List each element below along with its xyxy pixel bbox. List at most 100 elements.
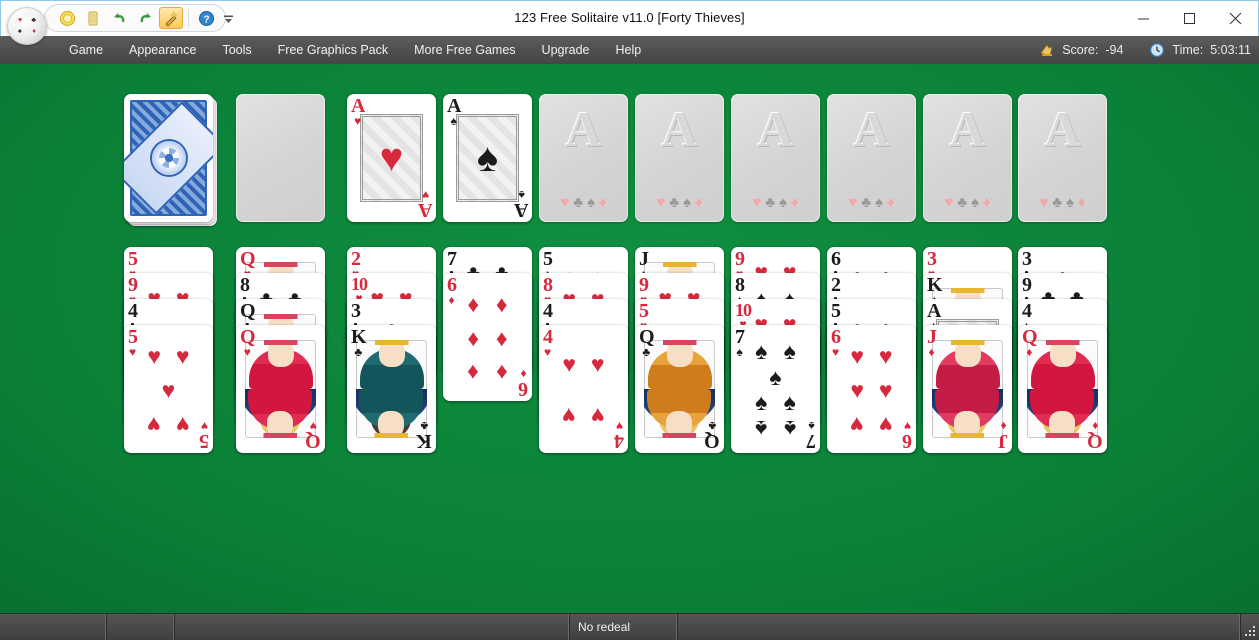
foundation-card-1[interactable]: ♥ A ♥ A ♥ — [347, 94, 436, 222]
clock-icon — [1150, 42, 1165, 58]
card-pips: ♥ ♥ ♥ ♥ — [562, 351, 605, 430]
ace-ornament: ♠ — [456, 114, 519, 202]
undo-icon[interactable] — [107, 7, 131, 29]
tableau-card-c1-r4[interactable]: ♥ ♥ ♥ ♥ ♥ 5 ♥ 5 ♥ — [124, 325, 213, 453]
card-index-br: A ♥ — [418, 188, 432, 221]
tableau-card-c9-r4[interactable]: J ♦ J ♦ — [923, 325, 1012, 453]
help-icon[interactable]: ? — [194, 7, 218, 29]
face-crown — [263, 262, 298, 267]
menu-item-tools[interactable]: Tools — [209, 38, 264, 62]
face-crown — [663, 433, 697, 438]
card-index-tl: Q ♦ — [1022, 326, 1038, 359]
foundation-placeholder-suits: ♥ ♣ ♠ ♦ — [752, 194, 799, 211]
time-value: 5:03:11 — [1210, 43, 1251, 57]
menu-item-game[interactable]: Game — [56, 38, 116, 62]
menu-item-upgrade[interactable]: Upgrade — [529, 38, 603, 62]
card-index-tl: 5♥ — [128, 326, 138, 359]
foundation-placeholder-rank: A — [757, 101, 794, 157]
new-game-icon[interactable] — [55, 7, 79, 29]
card-index-tl: 4 ♥ — [543, 326, 553, 359]
foundation-slot-7[interactable]: A ♥ ♣ ♠ ♦ — [923, 94, 1012, 222]
tableau-card-c7-r4[interactable]: ♠ ♠ ♠ ♠ ♠ ♠ ♠ 7 ♠ 7 ♠ — [731, 325, 820, 453]
tableau-card-c2-r4[interactable]: Q ♥ Q ♥ — [236, 325, 325, 453]
face-crown — [374, 340, 409, 345]
card-pips: ♦ ♦ ♦ ♦ ♦ ♦ — [467, 290, 508, 386]
foundation-slot-5[interactable]: A ♥ ♣ ♠ ♦ — [731, 94, 820, 222]
menu-item-help[interactable]: Help — [603, 38, 655, 62]
card-index-br: 5♥ — [200, 419, 209, 452]
menu-item-more-free-games[interactable]: More Free Games — [401, 38, 528, 62]
card-index-tl: A♠ — [447, 95, 461, 128]
face-crown — [662, 340, 697, 345]
card-pips: ♥♥♥♥♥ — [147, 342, 190, 438]
foundation-slot-4[interactable]: A ♥ ♣ ♠ ♦ — [635, 94, 724, 222]
menu-bar: Game Appearance Tools Free Graphics Pack… — [0, 36, 1259, 64]
tableau-card-c3-r4[interactable]: K ♣ K ♣ — [347, 325, 436, 453]
face-card-art — [932, 340, 1003, 438]
minimize-button[interactable] — [1120, 1, 1166, 36]
face-crown — [1045, 340, 1080, 345]
tableau-card-c10-r4[interactable]: Q ♦ Q ♦ — [1018, 325, 1107, 453]
card-index-tl: Q♥ — [240, 326, 256, 359]
card-pips: ♠ ♠ ♠ ♠ ♠ ♠ ♠ — [755, 338, 796, 442]
card-index-br: 7 ♠ — [807, 419, 816, 452]
card-index-tl: Q♣ — [639, 326, 655, 359]
foundation-placeholder-rank: A — [853, 101, 890, 157]
foundation-placeholder-suits: ♥ ♣ ♠ ♦ — [560, 194, 607, 211]
time-label: Time: — [1172, 43, 1204, 57]
face-crown — [662, 262, 697, 267]
tableau-card-c6-r4[interactable]: Q ♣ Q ♣ — [635, 325, 724, 453]
foundation-placeholder-rank: A — [661, 101, 698, 157]
foundation-slot-6[interactable]: A ♥ ♣ ♠ ♦ — [827, 94, 916, 222]
game-board: ♥ A ♥ A ♥ ♠ A ♠ A ♠ A ♥ ♣ ♠ ♦ A ♥ ♣ ♠ ♦ A ♥ ♣ ♠ ♦ A ♥ ♣ ♠ ♦ A ♥ ♣ ♠ ♦ A ♥ ♣ ♠ ♦… — [0, 64, 1259, 613]
card-index-br: 6 ♥ — [903, 419, 912, 452]
card-index-br: K ♣ — [417, 419, 432, 452]
maximize-button[interactable] — [1166, 1, 1212, 36]
tableau-card-c4-r2[interactable]: ♦ ♦ ♦ ♦ ♦ ♦ 6 ♦ 6 ♦ — [443, 273, 532, 401]
card-index-br: 4 ♥ — [615, 419, 624, 452]
card-index-br: 6 ♦ — [519, 367, 528, 400]
status-bar: No redeal — [0, 613, 1259, 640]
menu-item-free-graphics-pack[interactable]: Free Graphics Pack — [265, 38, 401, 62]
foundation-placeholder-suits: ♥ ♣ ♠ ♦ — [656, 194, 703, 211]
waste-pile[interactable] — [236, 94, 325, 222]
card-index-br: Q♥ — [306, 419, 321, 452]
card-back-pattern — [124, 98, 213, 218]
score-label: Score: — [1062, 43, 1099, 57]
stock-pile[interactable] — [124, 94, 213, 222]
card-index-tl: J ♦ — [927, 326, 937, 359]
tableau-card-c5-r4[interactable]: ♥ ♥ ♥ ♥ 4 ♥ 4 ♥ — [539, 325, 628, 453]
redo-icon[interactable] — [133, 7, 157, 29]
deal-cards-icon[interactable] — [81, 7, 105, 29]
card-pips: ♥ ♥ ♥ ♥ ♥ ♥ — [850, 342, 893, 438]
card-index-tl: 6 ♥ — [831, 326, 841, 359]
face-crown — [264, 433, 298, 438]
face-crown — [1046, 433, 1080, 438]
face-crown — [375, 433, 409, 438]
foundation-placeholder-rank: A — [949, 101, 986, 157]
tableau-card-c8-r4[interactable]: ♥ ♥ ♥ ♥ ♥ ♥ 6 ♥ 6 ♥ — [827, 325, 916, 453]
close-button[interactable] — [1212, 1, 1258, 36]
card-index-br: Q ♦ — [1088, 419, 1103, 452]
foundation-placeholder-suits: ♥ ♣ ♠ ♦ — [848, 194, 895, 211]
card-index-br: A♠ — [514, 188, 528, 221]
status-cell-1 — [0, 614, 107, 640]
card-index-br: J ♦ — [999, 419, 1008, 452]
quick-access-toolbar: ? — [44, 4, 226, 32]
face-crown — [951, 433, 985, 438]
face-crown — [950, 340, 985, 345]
status-indicators: Score: -94 Time: 5:03:11 — [1039, 36, 1251, 64]
face-crown — [263, 314, 298, 319]
foundation-card-2[interactable]: ♠ A ♠ A ♠ — [443, 94, 532, 222]
ace-ornament: ♥ — [360, 114, 423, 202]
resize-grip[interactable] — [1241, 614, 1259, 640]
status-cell-4 — [678, 614, 1241, 640]
status-cell-3 — [175, 614, 570, 640]
foundation-slot-3[interactable]: A ♥ ♣ ♠ ♦ — [539, 94, 628, 222]
hint-wand-icon[interactable] — [159, 7, 183, 29]
app-logo-icon[interactable]: ♥ ♣ ♠ ♦ — [7, 7, 47, 45]
score-value: -94 — [1105, 43, 1124, 57]
foundation-slot-8[interactable]: A ♥ ♣ ♠ ♦ — [1018, 94, 1107, 222]
toolbar-overflow-icon[interactable] — [219, 8, 237, 30]
menu-item-appearance[interactable]: Appearance — [116, 38, 209, 62]
